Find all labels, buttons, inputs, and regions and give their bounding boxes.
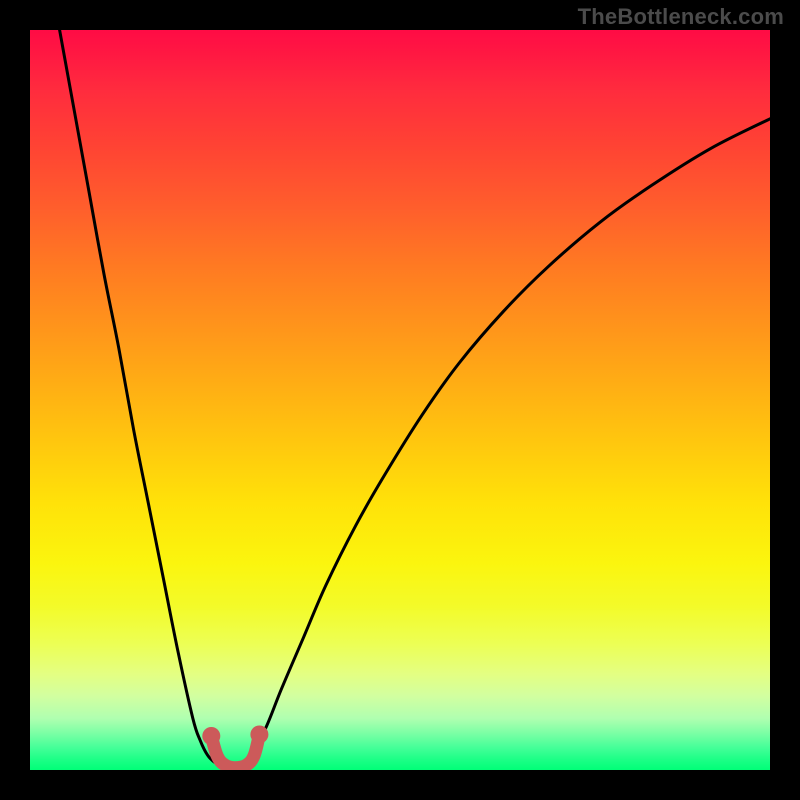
plot-area [30, 30, 770, 770]
valley-dot-left-icon [202, 727, 220, 745]
curve-layer [30, 30, 770, 770]
chart-frame: TheBottleneck.com [0, 0, 800, 800]
right-curve-line [245, 119, 770, 767]
valley-dot-right-icon [250, 725, 268, 743]
left-curve-line [60, 30, 223, 766]
watermark-text: TheBottleneck.com [578, 4, 784, 30]
